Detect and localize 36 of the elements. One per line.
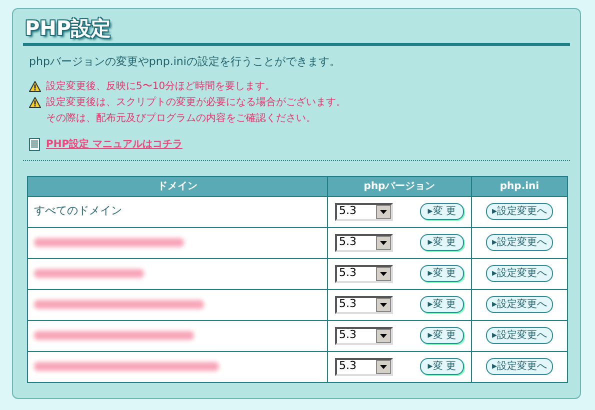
settings-button[interactable]: ▸設定変更へ [486,203,554,220]
domain-text: すべてのドメイン [34,204,122,218]
version-dropdown[interactable]: 5.3 [335,358,393,376]
settings-button[interactable]: ▸設定変更へ [486,327,554,344]
dropdown-arrow-icon [380,364,387,368]
document-icon [29,138,40,150]
dropdown-arrow-icon [380,302,387,306]
column-header: phpバージョン [328,176,472,196]
description-text: phpバージョンの変更やpnp.iniの設定を行うことができます。 [29,55,340,68]
version-dropdown[interactable]: 5.3 [335,202,393,220]
notice-text: その際は、配布元及びプログラムの内容をご確認ください。 [46,112,316,126]
notice-text: 設定変更後、反映に5〜10分ほど時間を要します。 [46,80,276,94]
change-button[interactable]: ▸変 更 [420,327,464,344]
notice-text: 設定変更後は、スクリプトの変更が必要になる場合がございます。 [46,96,346,110]
version-dropdown[interactable]: 5.3 [335,234,393,252]
column-header: php.ini [472,176,568,196]
change-button[interactable]: ▸変 更 [420,358,464,375]
change-button[interactable]: ▸変 更 [420,265,464,282]
version-dropdown[interactable]: 5.3 [335,264,393,282]
dropdown-arrow-icon [380,272,387,276]
change-button[interactable]: ▸変 更 [420,234,464,251]
version-dropdown[interactable]: 5.3 [335,296,393,314]
column-header: ドメイン [28,176,328,196]
settings-button[interactable]: ▸設定変更へ [486,358,554,376]
dropdown-arrow-icon [380,210,387,214]
settings-button[interactable]: ▸設定変更へ [486,296,554,314]
page-title: PHP設定 [24,16,112,40]
change-button[interactable]: ▸変 更 [420,203,464,220]
dropdown-arrow-icon [380,334,387,338]
change-button[interactable]: ▸変 更 [420,296,464,313]
settings-button[interactable]: ▸設定変更へ [486,234,554,252]
dropdown-arrow-icon [380,240,387,244]
version-dropdown[interactable]: 5.3 [335,326,393,344]
settings-button[interactable]: ▸設定変更へ [486,265,554,282]
warning-icon [29,97,41,108]
warning-icon [29,81,41,92]
